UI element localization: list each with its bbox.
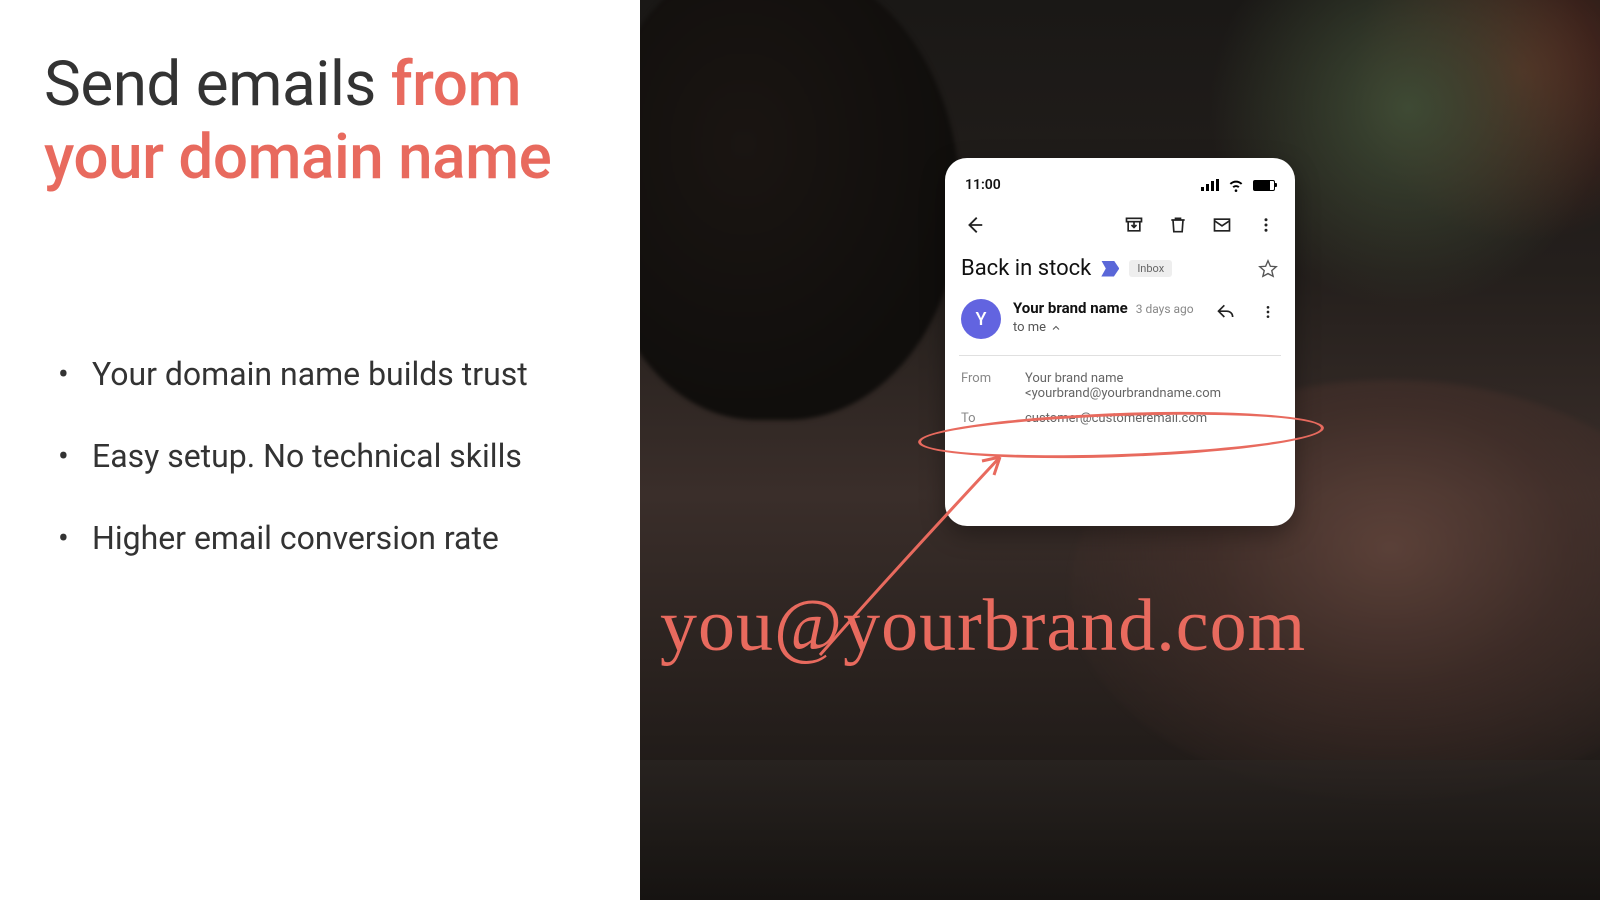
to-value: customer@customeremail.com [1025, 411, 1279, 426]
subject-row: Back in stock Inbox [959, 250, 1281, 297]
email-toolbar [959, 206, 1281, 250]
from-label: From [961, 371, 1025, 401]
background-shape [640, 0, 960, 420]
more-icon[interactable] [1257, 301, 1279, 323]
bullet-list: Your domain name builds trust Easy setup… [44, 354, 596, 559]
status-time: 11:00 [965, 177, 1001, 193]
sender-avatar: Y [961, 299, 1001, 339]
chevron-up-icon[interactable] [1050, 322, 1062, 334]
sender-name: Your brand name [1013, 299, 1128, 317]
bullet-item: Your domain name builds trust [44, 354, 596, 396]
background-shape [640, 760, 1600, 900]
phone-mockup: 11:00 [945, 158, 1295, 526]
more-icon[interactable] [1255, 214, 1277, 236]
left-panel: Send emails from your domain name Your d… [0, 0, 640, 900]
right-panel: 11:00 [640, 0, 1600, 900]
signal-icon [1201, 179, 1219, 191]
reply-icon[interactable] [1215, 301, 1237, 323]
archive-icon[interactable] [1123, 214, 1145, 236]
headline-plain: Send emails [44, 48, 391, 121]
marketing-slide: Send emails from your domain name Your d… [0, 0, 1600, 900]
from-value: Your brand name <yourbrand@yourbrandname… [1025, 371, 1279, 401]
bullet-item: Easy setup. No technical skills [44, 436, 596, 478]
sent-time: 3 days ago [1136, 302, 1194, 316]
trash-icon[interactable] [1167, 214, 1189, 236]
bullet-item: Higher email conversion rate [44, 518, 596, 560]
to-label: To [961, 411, 1025, 426]
email-details: From Your brand name <yourbrand@yourbran… [959, 355, 1281, 437]
email-subject: Back in stock [961, 256, 1091, 281]
category-tag-icon [1101, 261, 1119, 277]
recipient-summary: to me [1013, 320, 1046, 335]
callout-email: you@yourbrand.com [660, 584, 1306, 669]
headline: Send emails from your domain name [44, 48, 596, 194]
phone-statusbar: 11:00 [959, 172, 1281, 206]
sender-row: Y Your brand name 3 days ago to me [959, 297, 1281, 349]
back-icon[interactable] [963, 214, 985, 236]
star-icon[interactable] [1257, 258, 1279, 280]
mail-icon[interactable] [1211, 214, 1233, 236]
inbox-chip[interactable]: Inbox [1129, 260, 1172, 277]
battery-icon [1253, 180, 1275, 191]
wifi-icon [1225, 174, 1247, 196]
